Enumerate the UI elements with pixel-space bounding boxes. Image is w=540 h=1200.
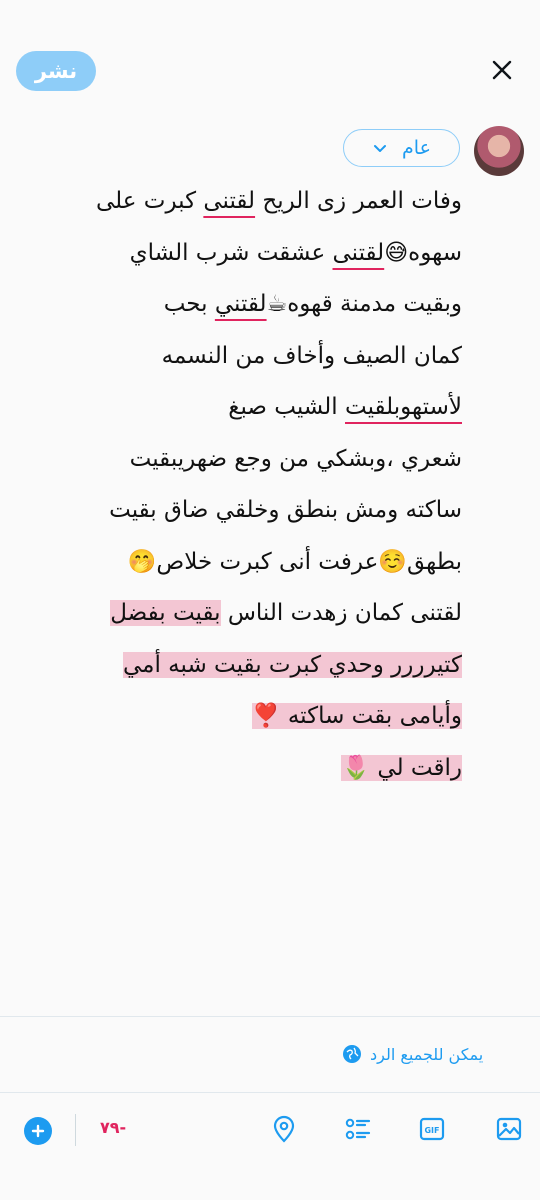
text-run: بطهق☺️عرفت أنى كبرت خلاص🤭 [127,548,462,575]
misspelled-word: لقتنى [332,239,385,266]
reply-setting-label: يمكن للجميع الرد [370,1044,484,1064]
text-run: وبقيت مدمنة قهوه☕ [266,291,462,317]
compose-line: كمان الصيف وأخاف من النسمه [20,331,462,383]
text-run: شعري ،وبشكي من وجع ضهريبقيت [129,445,462,472]
divider [0,1092,540,1093]
svg-text:GIF: GIF [424,1126,439,1135]
text-run: سهوه😅 [384,239,462,266]
text-run: وفات العمر زى الريح [255,188,462,214]
misspelled-word: لقتنى [203,188,256,214]
add-icon [31,1124,45,1138]
media-button[interactable] [494,1114,524,1144]
globe-icon [342,1044,362,1064]
location-icon [273,1115,295,1143]
misspelled-word: لقتني [214,291,267,317]
audience-label: عام [402,137,431,159]
character-counter: -٧٩ [100,1118,127,1137]
image-icon [496,1117,522,1141]
compose-line: شعري ،وبشكي من وجع ضهريبقيت [20,434,462,486]
reply-setting[interactable]: يمكن للجميع الرد [342,1040,520,1068]
post-button[interactable]: نشر [16,51,96,91]
text-run: كبرت على [95,188,204,214]
location-button[interactable] [269,1114,299,1144]
highlighted-text: كتيرررر وحدي كبرت بقيت شبه أمي [122,651,462,678]
divider [0,1016,540,1017]
toolbar-divider [75,1114,76,1146]
text-run: كمان الصيف وأخاف من النسمه [161,342,462,369]
gif-icon: GIF [419,1117,445,1141]
highlighted-text: راقت لي 🌷 [341,754,462,781]
compose-line: ساكته ومش بنطق وخلقي ضاق بقيت [20,485,462,537]
compose-line: كتيرررر وحدي كبرت بقيت شبه أمي [20,640,462,692]
compose-line: راقت لي 🌷 [20,743,462,795]
highlighted-text: بقيت بفضل [110,600,221,626]
compose-textarea[interactable]: وفات العمر زى الريح لقتنى كبرت على سهوه😅ل… [20,176,462,794]
poll-icon [345,1118,371,1140]
compose-line: وبقيت مدمنة قهوه☕لقتني بحب [20,279,462,331]
compose-line: لأستهوبلقيت الشيب صبغ [20,382,462,434]
poll-button[interactable] [343,1114,373,1144]
compose-line: لقتنى كمان زهدت الناس بقيت بفضل [20,588,462,640]
avatar[interactable] [474,126,524,176]
compose-line: وفات العمر زى الريح لقتنى كبرت على [20,176,462,228]
add-thread-button[interactable] [24,1117,52,1145]
close-icon [492,60,512,80]
text-run: بحب [163,291,215,317]
compose-line: وأيامى بقت ساكته ❣️ [20,691,462,743]
compose-line: بطهق☺️عرفت أنى كبرت خلاص🤭 [20,537,462,589]
compose-line: سهوه😅لقتنى عشقت شرب الشاي [20,228,462,280]
audience-selector[interactable]: عام [343,129,460,167]
gif-button[interactable]: GIF [417,1114,447,1144]
highlighted-text: وأيامى بقت ساكته ❣️ [251,703,462,729]
misspelled-word: لأستهوبلقيت [345,394,462,420]
text-run: لقتنى كمان زهدت الناس [220,600,462,626]
close-button[interactable] [482,50,522,90]
chevron-down-icon [372,140,388,156]
text-run: ساكته ومش بنطق وخلقي ضاق بقيت [109,497,462,523]
text-run: عشقت شرب الشاي [129,239,333,266]
text-run: الشيب صبغ [228,394,345,420]
